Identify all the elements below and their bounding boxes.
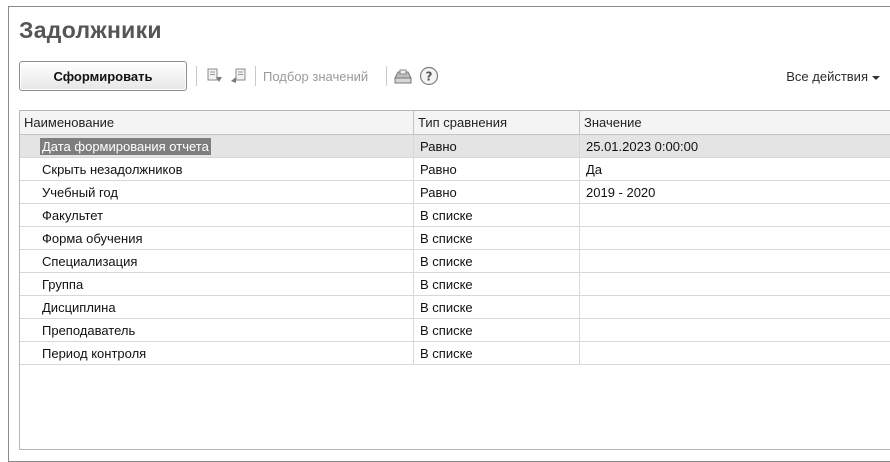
row-value[interactable]	[580, 250, 890, 272]
svg-text:?: ?	[426, 70, 433, 84]
table-row[interactable]: Период контроля В списке	[20, 342, 890, 365]
row-value[interactable]: 2019 - 2020	[580, 181, 890, 203]
table-row[interactable]: Учебный год Равно 2019 - 2020	[20, 181, 890, 204]
window-title: Задолжники	[19, 17, 162, 43]
row-comparison: В списке	[414, 342, 580, 364]
row-value[interactable]	[580, 227, 890, 249]
report-window: Задолжники Сформировать Подбор значений	[8, 6, 890, 462]
row-name: Учебный год	[20, 181, 414, 203]
row-value[interactable]	[580, 319, 890, 341]
toolbar-separator	[255, 66, 256, 86]
table-row[interactable]: Факультет В списке	[20, 204, 890, 227]
all-actions-label: Все действия	[786, 69, 868, 84]
row-value[interactable]	[580, 342, 890, 364]
toolbar: Сформировать Подбор значений ? Все дейст…	[19, 61, 890, 91]
row-value[interactable]	[580, 273, 890, 295]
row-comparison: В списке	[414, 296, 580, 318]
column-header-value[interactable]: Значение	[580, 111, 890, 134]
table-row[interactable]: Форма обучения В списке	[20, 227, 890, 250]
row-name: Факультет	[20, 204, 414, 226]
all-actions-menu[interactable]: Все действия	[786, 69, 880, 84]
table-header: Наименование Тип сравнения Значение	[20, 111, 890, 135]
row-comparison: Равно	[414, 181, 580, 203]
dropdown-arrow-icon	[872, 69, 880, 84]
row-value[interactable]	[580, 296, 890, 318]
row-name: Дата формирования отчета	[40, 137, 211, 155]
row-value[interactable]: 25.01.2023 0:00:00	[580, 135, 890, 157]
table-row[interactable]: Специализация В списке	[20, 250, 890, 273]
row-comparison: В списке	[414, 227, 580, 249]
row-comparison: Равно	[414, 135, 580, 157]
row-comparison: В списке	[414, 250, 580, 272]
row-value[interactable]	[580, 204, 890, 226]
import-icon[interactable]	[205, 66, 225, 86]
row-name: Преподаватель	[20, 319, 414, 341]
row-comparison: В списке	[414, 319, 580, 341]
toolbar-separator	[386, 66, 387, 86]
row-name: Группа	[20, 273, 414, 295]
row-name: Форма обучения	[20, 227, 414, 249]
row-name: Скрыть незадолжников	[20, 158, 414, 180]
table-row[interactable]: Дата формирования отчета Равно 25.01.202…	[20, 135, 890, 158]
save-settings-icon[interactable]	[393, 66, 413, 86]
column-header-comparison[interactable]: Тип сравнения	[414, 111, 580, 134]
toolbar-separator	[196, 66, 197, 86]
pick-values-button[interactable]: Подбор значений	[263, 69, 368, 84]
table-row[interactable]: Скрыть незадолжников Равно Да	[20, 158, 890, 181]
row-name: Специализация	[20, 250, 414, 272]
row-name: Период контроля	[20, 342, 414, 364]
row-comparison: Равно	[414, 158, 580, 180]
row-name: Дисциплина	[20, 296, 414, 318]
row-value[interactable]: Да	[580, 158, 890, 180]
help-icon[interactable]: ?	[419, 66, 439, 86]
column-header-name[interactable]: Наименование	[20, 111, 414, 134]
export-icon[interactable]	[229, 66, 249, 86]
table-row[interactable]: Преподаватель В списке	[20, 319, 890, 342]
settings-table: Наименование Тип сравнения Значение Дата…	[19, 110, 890, 450]
row-comparison: В списке	[414, 204, 580, 226]
table-row[interactable]: Дисциплина В списке	[20, 296, 890, 319]
table-row[interactable]: Группа В списке	[20, 273, 890, 296]
row-comparison: В списке	[414, 273, 580, 295]
generate-button[interactable]: Сформировать	[19, 61, 187, 91]
